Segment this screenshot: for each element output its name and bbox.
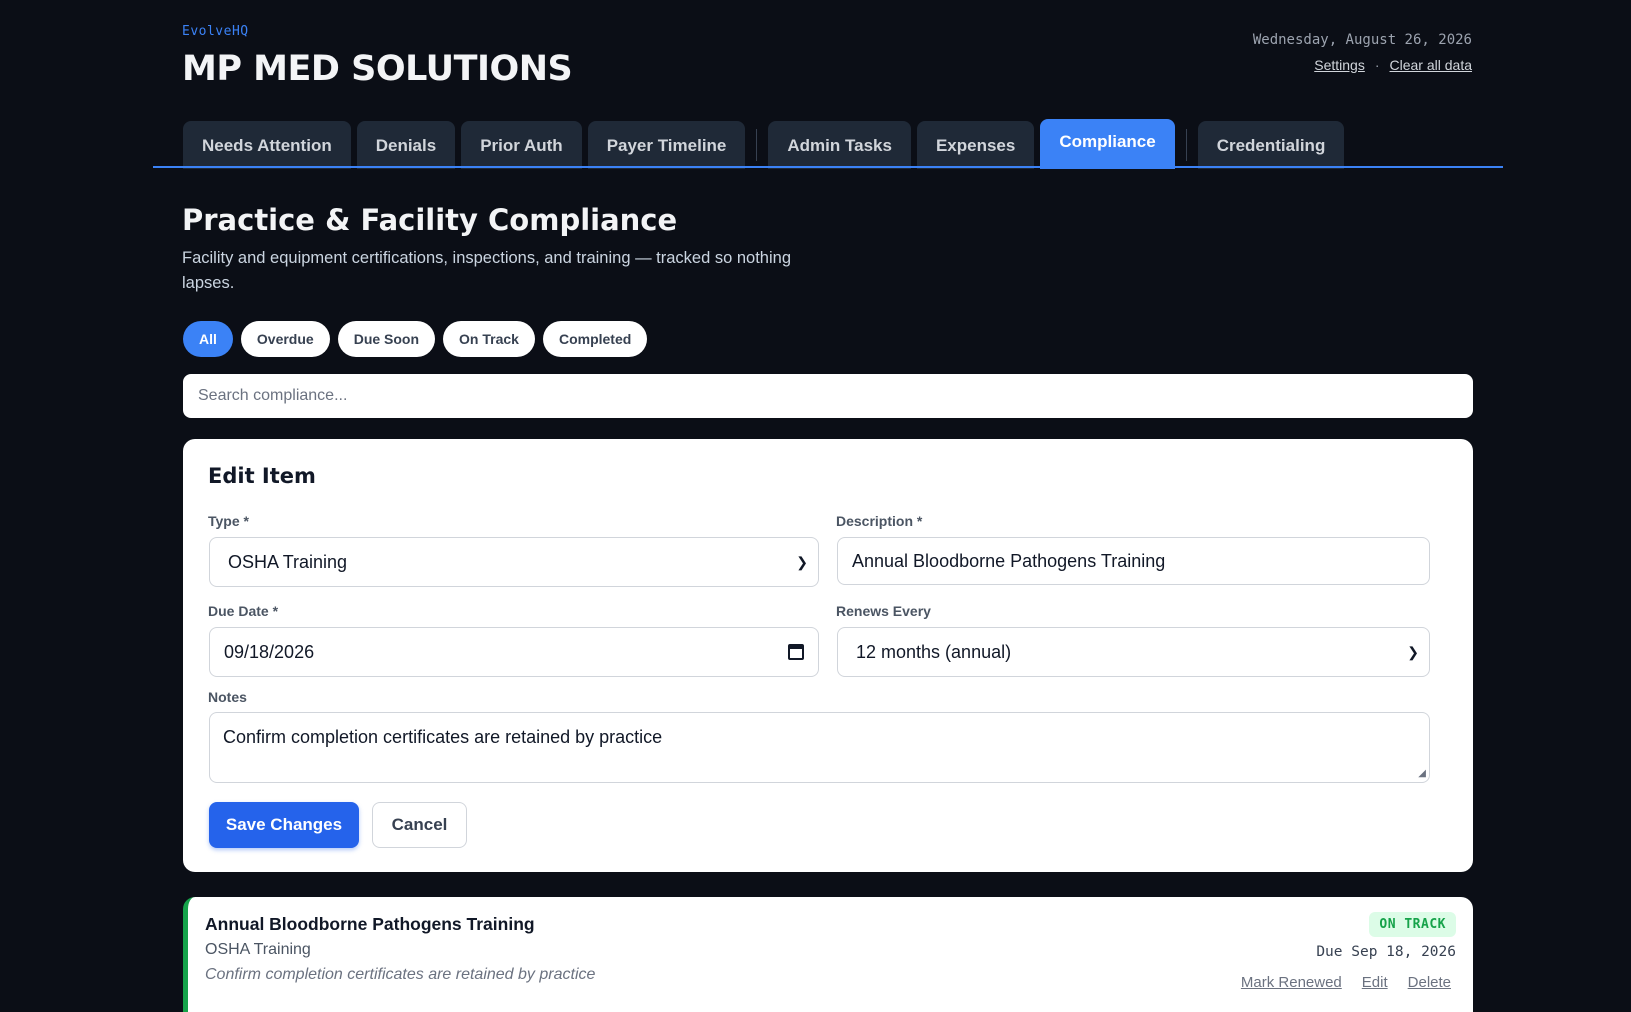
description-input[interactable]: Annual Bloodborne Pathogens Training (837, 537, 1430, 585)
due-date-label: Due Date * (208, 603, 279, 619)
item-actions: Mark Renewed Edit Delete (1221, 974, 1451, 991)
edit-link[interactable]: Edit (1362, 974, 1388, 991)
chevron-down-icon: ❯ (1407, 644, 1419, 660)
notes-label: Notes (208, 689, 247, 705)
chevron-down-icon: ❯ (796, 554, 808, 570)
calendar-icon[interactable] (788, 644, 804, 660)
type-value: OSHA Training (228, 552, 348, 572)
brand-kicker: EvolveHQ (182, 24, 249, 39)
tab-payer-timeline[interactable]: Payer Timeline (587, 121, 746, 169)
clear-data-link[interactable]: Clear all data (1390, 57, 1473, 73)
link-separator: · (1374, 57, 1380, 73)
tab-needs-attention[interactable]: Needs Attention (183, 121, 351, 169)
delete-link[interactable]: Delete (1408, 974, 1451, 991)
tab-prior-auth[interactable]: Prior Auth (461, 121, 582, 169)
renews-value: 12 months (annual) (856, 642, 1012, 662)
filter-due-soon[interactable]: Due Soon (337, 321, 436, 357)
header-meta: Wednesday, August 26, 2026 Settings · Clea… (1253, 32, 1472, 73)
tab-compliance[interactable]: Compliance (1040, 119, 1175, 169)
card-title: Edit Item (208, 464, 316, 488)
due-date-value: 09/18/2026 (224, 642, 315, 662)
type-select[interactable]: OSHA Training ❯ (209, 537, 819, 587)
save-changes-button[interactable]: Save Changes (209, 802, 359, 848)
tab-expenses[interactable]: Expenses (916, 121, 1035, 169)
filter-all[interactable]: All (183, 321, 233, 357)
notes-value: Confirm completion certificates are reta… (223, 727, 663, 747)
compliance-item: Annual Bloodborne Pathogens Training OSH… (183, 897, 1473, 1012)
mark-renewed-link[interactable]: Mark Renewed (1241, 974, 1342, 991)
page-subtitle: Facility and equipment certifications, i… (182, 249, 791, 292)
resize-grip-icon[interactable]: ◢ (1418, 768, 1426, 779)
tab-divider (756, 129, 758, 161)
search-input[interactable] (183, 374, 1473, 418)
status-badge: ON TRACK (1369, 912, 1456, 937)
filter-overdue[interactable]: Overdue (240, 321, 330, 357)
cancel-button[interactable]: Cancel (372, 802, 467, 848)
description-value: Annual Bloodborne Pathogens Training (852, 551, 1166, 571)
tab-credentialing[interactable]: Credentialing (1197, 121, 1345, 169)
renews-label: Renews Every (836, 603, 931, 619)
item-due-date: Due Sep 18, 2026 (1316, 944, 1456, 960)
due-date-input[interactable]: 09/18/2026 (209, 627, 819, 677)
page-title: Practice & Facility Compliance (182, 203, 678, 237)
app-title: MP MED SOLUTIONS (182, 49, 573, 89)
status-filters: All Overdue Due Soon On Track Completed (183, 321, 655, 357)
tab-divider (1185, 129, 1187, 161)
type-label: Type * (208, 513, 249, 529)
item-type: OSHA Training (205, 941, 311, 958)
app-header: EvolveHQ MP MED SOLUTIONS (182, 24, 573, 89)
tab-admin-tasks[interactable]: Admin Tasks (768, 121, 911, 169)
tab-denials[interactable]: Denials (356, 121, 456, 169)
filter-completed[interactable]: Completed (542, 321, 648, 357)
description-label: Description * (836, 513, 923, 529)
current-date: Wednesday, August 26, 2026 (1252, 32, 1472, 48)
notes-textarea[interactable]: Confirm completion certificates are reta… (209, 712, 1430, 783)
item-notes: Confirm completion certificates are reta… (205, 966, 596, 983)
header-links: Settings · Clear all data (1253, 57, 1472, 73)
settings-link[interactable]: Settings (1314, 57, 1365, 73)
main-tabs: Needs Attention Denials Prior Auth Payer… (183, 119, 1350, 169)
edit-item-card: Edit Item Type * OSHA Training ❯ Descrip… (183, 439, 1473, 872)
filter-on-track[interactable]: On Track (443, 321, 535, 357)
item-title: Annual Bloodborne Pathogens Training (205, 914, 535, 934)
tab-underline (153, 166, 1503, 168)
renews-select[interactable]: 12 months (annual) ❯ (837, 627, 1430, 677)
